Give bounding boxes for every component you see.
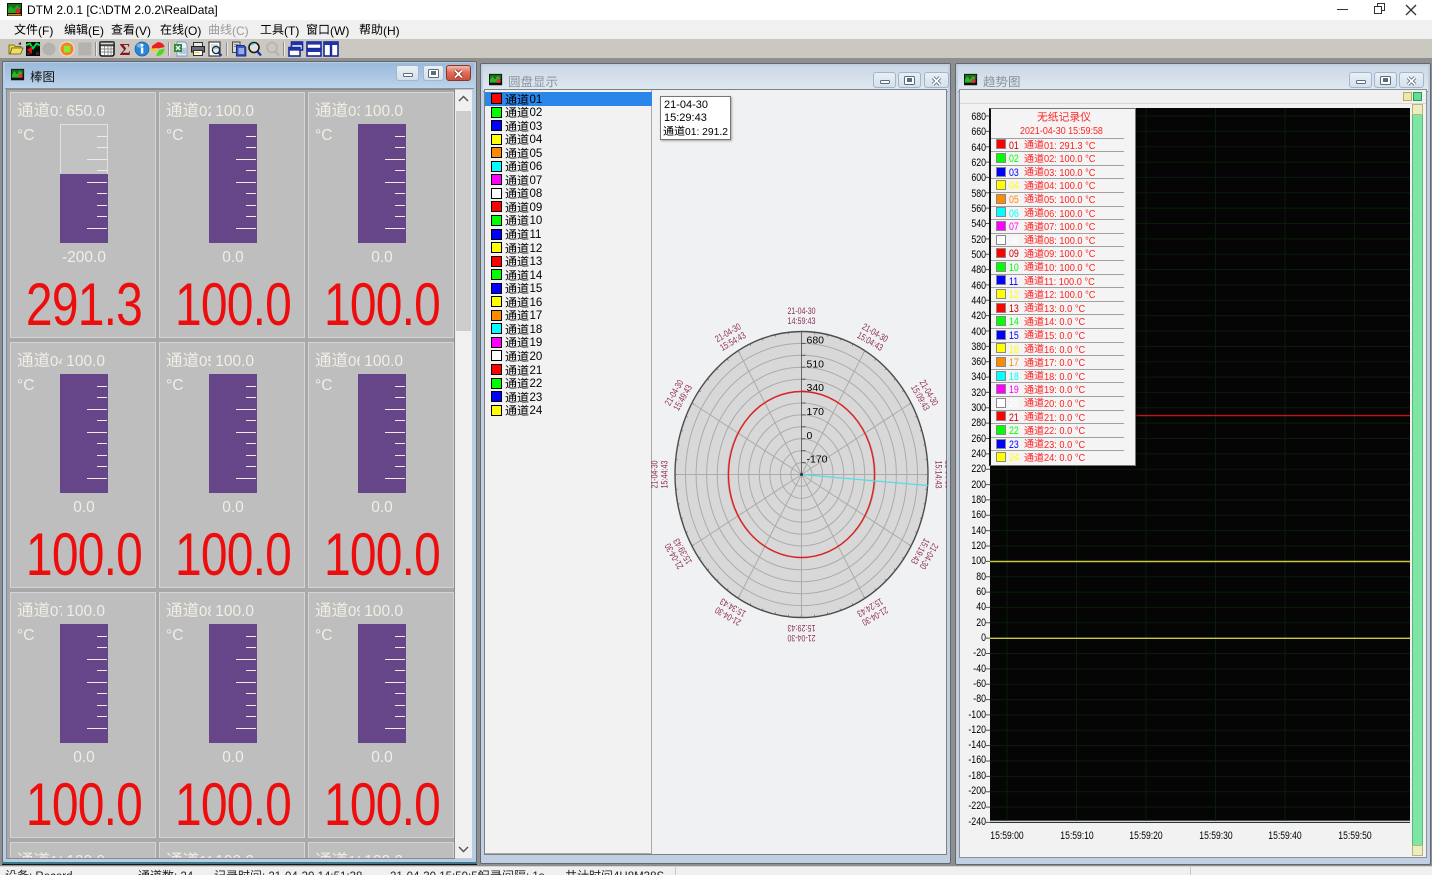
svg-text:15:14:43: 15:14:43 — [933, 461, 944, 489]
svg-text:14:59:43: 14:59:43 — [788, 316, 816, 327]
svg-text:680: 680 — [807, 335, 825, 347]
svg-text:170: 170 — [807, 406, 825, 418]
svg-text:15:44:43: 15:44:43 — [660, 461, 671, 489]
svg-text:Σ: Σ — [119, 41, 130, 57]
svg-text:-170: -170 — [807, 454, 828, 466]
svg-text:510: 510 — [807, 358, 825, 370]
svg-text:15:29:43: 15:29:43 — [788, 622, 816, 633]
svg-text:340: 340 — [807, 382, 825, 394]
svg-text:0: 0 — [807, 430, 813, 442]
